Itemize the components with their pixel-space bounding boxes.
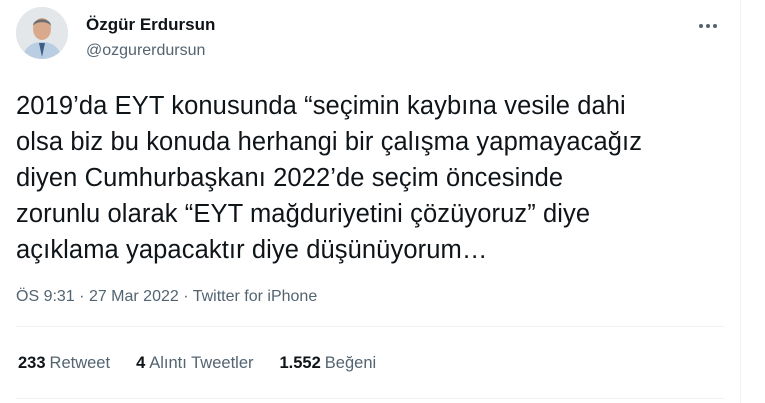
divider — [16, 398, 724, 399]
tweet-text: 2019’da EYT konusunda “seçimin kaybına v… — [16, 92, 643, 264]
meta-separator: · — [79, 288, 85, 305]
likes-count: 1.552 — [279, 354, 321, 372]
retweets-stat[interactable]: 233 Retweet — [18, 352, 110, 374]
more-horizontal-icon — [698, 24, 719, 28]
retweets-label: Retweet — [49, 354, 111, 372]
avatar[interactable] — [16, 7, 68, 59]
tweet-date[interactable]: 27 Mar 2022 — [89, 288, 179, 305]
quote-tweets-stat[interactable]: 4 Alıntı Tweetler — [136, 352, 253, 374]
tweet-time[interactable]: ÖS 9:31 — [16, 288, 75, 305]
tweet-source-link[interactable]: Twitter for iPhone — [193, 288, 318, 305]
retweets-count: 233 — [18, 354, 46, 372]
divider — [16, 326, 724, 327]
tweet-card: Özgür Erdursun @ozgurerdursun 2019’da EY… — [0, 0, 741, 403]
more-options-button[interactable] — [694, 14, 722, 38]
tweet-stats: 233 Retweet 4 Alıntı Tweetler 1.552 Beğeni — [18, 352, 402, 374]
author-handle[interactable]: @ozgurerdursun — [86, 41, 205, 61]
likes-stat[interactable]: 1.552 Beğeni — [280, 352, 377, 374]
tweet-meta: ÖS 9:31 · 27 Mar 2022 · Twitter for iPho… — [16, 287, 317, 307]
likes-label: Beğeni — [324, 354, 377, 372]
avatar-image — [16, 7, 68, 59]
quotes-label: Alıntı Tweetler — [149, 354, 254, 372]
quotes-count: 4 — [136, 354, 146, 372]
meta-separator: · — [183, 288, 189, 305]
author-name[interactable]: Özgür Erdursun — [86, 15, 215, 35]
